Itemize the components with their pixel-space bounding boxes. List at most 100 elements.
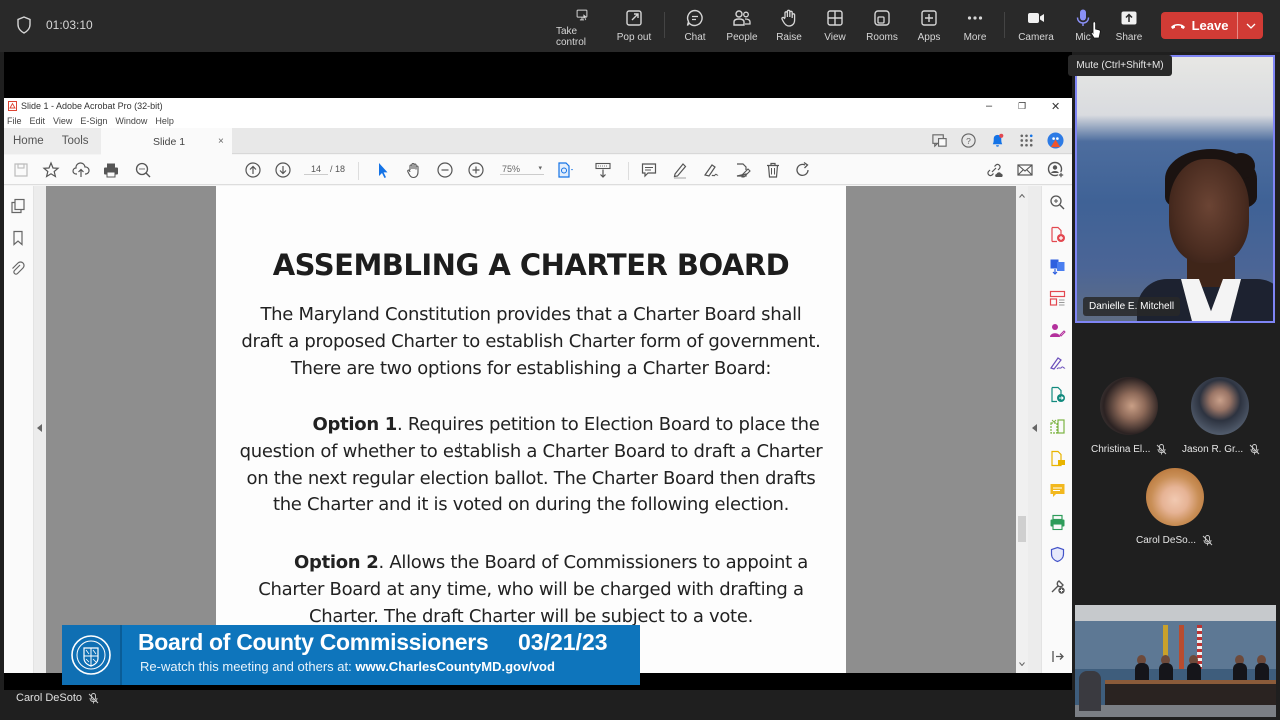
caret-down-icon: ▾ xyxy=(538,165,542,172)
share-button[interactable]: Share xyxy=(1114,8,1144,48)
email-button[interactable] xyxy=(1016,161,1034,179)
camera-button[interactable]: Camera xyxy=(1018,8,1054,48)
envelope-icon xyxy=(1017,164,1033,176)
room-camera-video[interactable] xyxy=(1075,605,1276,717)
pen-draw-icon xyxy=(704,164,719,177)
previous-page-button[interactable] xyxy=(244,161,262,179)
edit-pdf-tool-icon[interactable] xyxy=(1049,450,1066,467)
option1-label: Option 1 xyxy=(312,414,398,435)
share-link-button[interactable] xyxy=(985,161,1003,179)
save-button[interactable] xyxy=(12,161,30,179)
rooms-button[interactable]: Rooms xyxy=(864,8,900,48)
right-pane-collapse-handle[interactable] xyxy=(1028,186,1041,673)
hand-tool-button[interactable] xyxy=(405,161,423,179)
zoom-level-select[interactable]: 75% ▾ xyxy=(500,164,544,175)
menu-edit[interactable]: Edit xyxy=(30,116,46,126)
scrollbar-thumb[interactable] xyxy=(1018,516,1026,542)
tab-home[interactable]: Home xyxy=(13,135,44,147)
participant-avatar[interactable] xyxy=(1100,377,1158,435)
spotlight-video-tile[interactable]: Danielle E. Mitchell xyxy=(1075,55,1275,323)
export-pdf-icon[interactable] xyxy=(1049,258,1066,275)
leave-options-button[interactable] xyxy=(1238,23,1263,29)
user-avatar-icon[interactable] xyxy=(1047,132,1064,149)
people-button[interactable]: People xyxy=(724,8,760,48)
fill-sign-icon[interactable] xyxy=(1049,354,1066,371)
draw-button[interactable] xyxy=(702,161,720,179)
bookmarks-icon[interactable] xyxy=(10,230,26,246)
menu-window[interactable]: Window xyxy=(115,116,147,126)
scroll-down-icon[interactable] xyxy=(1019,662,1025,666)
zoom-out-button[interactable] xyxy=(436,161,454,179)
next-page-button[interactable] xyxy=(274,161,292,179)
scroll-up-icon[interactable] xyxy=(1019,194,1025,198)
page-number-input[interactable]: 14 xyxy=(304,164,328,175)
scroll-mode-button[interactable] xyxy=(594,161,612,179)
print-production-icon[interactable] xyxy=(1049,514,1066,531)
request-signature-icon[interactable] xyxy=(1049,322,1066,339)
chat-button[interactable]: Chat xyxy=(680,8,710,48)
compress-pdf-icon[interactable] xyxy=(1049,418,1066,435)
acrobat-toolbar: 14 / 18 75% ▾ xyxy=(4,155,1072,185)
attachments-paperclip-icon[interactable] xyxy=(10,261,26,277)
raise-hand-button[interactable]: Raise xyxy=(774,8,804,48)
page-thumbnails-icon[interactable] xyxy=(10,198,26,214)
menu-esign[interactable]: E-Sign xyxy=(80,116,107,126)
highlight-button[interactable] xyxy=(671,161,689,179)
view-grid-icon xyxy=(827,10,843,26)
help-icon[interactable]: ? xyxy=(960,132,977,149)
apps-button[interactable]: Apps xyxy=(914,8,944,48)
comment-tool-icon[interactable] xyxy=(1049,482,1066,499)
add-user-button[interactable] xyxy=(1047,161,1065,179)
minimize-button[interactable]: – xyxy=(986,98,992,114)
rooms-icon xyxy=(874,10,890,26)
rotate-button[interactable] xyxy=(794,161,812,179)
menu-file[interactable]: File xyxy=(7,116,22,126)
close-window-button[interactable]: ✕ xyxy=(1051,98,1060,114)
combine-files-icon[interactable] xyxy=(1049,386,1066,403)
create-pdf-icon[interactable] xyxy=(1049,226,1066,243)
take-control-button[interactable]: Take control xyxy=(556,8,608,48)
document-viewer[interactable]: ASSEMBLING A CHARTER BOARD The Maryland … xyxy=(46,186,1016,673)
comment-button[interactable] xyxy=(640,161,658,179)
county-seal-logo xyxy=(62,625,122,685)
restore-button[interactable]: ❐ xyxy=(1018,98,1026,114)
organize-pages-icon[interactable] xyxy=(1049,290,1066,307)
delete-button[interactable] xyxy=(764,161,782,179)
menu-view[interactable]: View xyxy=(53,116,72,126)
more-tools-icon[interactable] xyxy=(1049,578,1066,595)
save-icon xyxy=(14,163,28,177)
link-cloud-icon xyxy=(987,163,1003,177)
bookmark-star-button[interactable] xyxy=(42,161,60,179)
notification-bell-icon[interactable] xyxy=(989,132,1006,149)
protect-shield-icon[interactable] xyxy=(1049,546,1066,563)
pop-out-button[interactable]: Pop out xyxy=(614,8,654,48)
pdf-page: ASSEMBLING A CHARTER BOARD The Maryland … xyxy=(216,186,846,673)
print-button[interactable] xyxy=(102,161,120,179)
page-total: / 18 xyxy=(330,164,346,174)
collapse-panel-icon[interactable] xyxy=(1049,648,1066,665)
share-feedback-icon[interactable] xyxy=(931,132,948,149)
left-pane-collapse-handle[interactable] xyxy=(34,186,46,673)
banner-date: 03/21/23 xyxy=(518,629,608,655)
participant-avatar[interactable] xyxy=(1191,377,1249,435)
banner-title: Board of County Commissioners xyxy=(138,629,489,655)
find-button[interactable] xyxy=(134,161,152,179)
vertical-scrollbar[interactable] xyxy=(1016,186,1028,673)
more-button[interactable]: More xyxy=(960,8,990,48)
select-tool-button[interactable] xyxy=(374,161,392,179)
apps-grid-icon[interactable] xyxy=(1018,132,1035,149)
page-display-button[interactable] xyxy=(556,161,574,179)
participant-avatar[interactable] xyxy=(1146,468,1204,526)
tab-document[interactable]: Slide 1 × xyxy=(101,128,232,155)
zoom-in-button[interactable] xyxy=(467,161,485,179)
tab-tools[interactable]: Tools xyxy=(62,135,89,147)
leave-button[interactable]: Leave xyxy=(1161,12,1263,39)
menu-help[interactable]: Help xyxy=(155,116,174,126)
upload-cloud-button[interactable] xyxy=(72,161,90,179)
add-user-icon xyxy=(1047,161,1065,179)
view-button[interactable]: View xyxy=(820,8,850,48)
close-tab-button[interactable]: × xyxy=(218,136,224,147)
mouse-cursor-icon xyxy=(1090,22,1101,39)
edit-pdf-button[interactable] xyxy=(733,161,751,179)
zoom-search-icon[interactable] xyxy=(1049,194,1066,211)
